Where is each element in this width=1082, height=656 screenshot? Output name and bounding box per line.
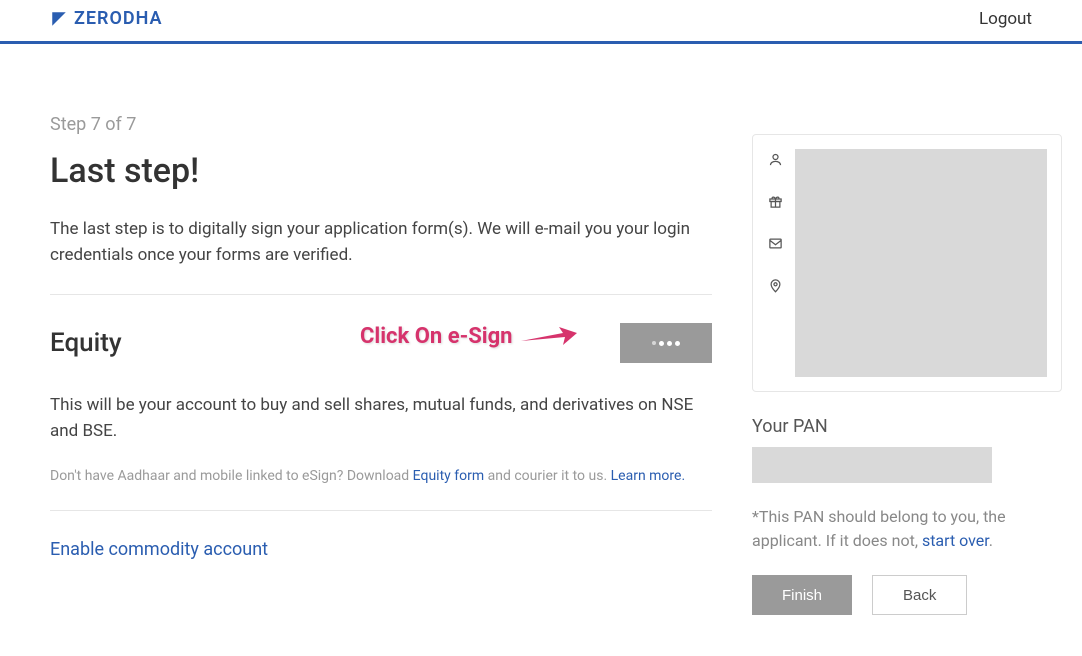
annotation-callout: Click On e-Sign bbox=[360, 323, 579, 349]
back-button[interactable]: Back bbox=[872, 575, 967, 615]
header: ZERODHA Logout bbox=[0, 0, 1082, 44]
profile-card bbox=[752, 134, 1062, 392]
page-container: Step 7 of 7 Last step! The last step is … bbox=[0, 44, 1082, 635]
equity-title: Equity bbox=[50, 328, 122, 358]
page-subtitle: The last step is to digitally sign your … bbox=[50, 217, 712, 268]
zerodha-icon bbox=[50, 10, 68, 28]
arrow-right-icon bbox=[519, 323, 579, 349]
loading-dot-icon bbox=[675, 341, 680, 346]
loading-dot-icon bbox=[667, 341, 672, 346]
profile-photo-placeholder bbox=[795, 149, 1047, 377]
help-mid: and courier it to us. bbox=[484, 468, 610, 484]
profile-icon-list bbox=[767, 149, 783, 377]
enable-commodity-link[interactable]: Enable commodity account bbox=[50, 539, 712, 560]
person-icon bbox=[767, 151, 783, 167]
start-over-link[interactable]: start over bbox=[922, 531, 989, 550]
pan-note-suffix: . bbox=[989, 531, 993, 550]
action-buttons: Finish Back bbox=[752, 575, 1062, 615]
help-prefix: Don't have Aadhaar and mobile linked to … bbox=[50, 468, 413, 484]
loading-dot-icon bbox=[659, 341, 664, 346]
loading-dot-icon bbox=[652, 341, 656, 345]
divider bbox=[50, 294, 712, 295]
main-content: Step 7 of 7 Last step! The last step is … bbox=[50, 114, 712, 615]
pan-note: *This PAN should belong to you, the appl… bbox=[752, 505, 1062, 553]
equity-form-link[interactable]: Equity form bbox=[413, 468, 484, 484]
equity-section-head: Equity Click On e-Sign bbox=[50, 323, 712, 363]
sidebar: Your PAN *This PAN should belong to you,… bbox=[752, 114, 1062, 615]
page-title: Last step! bbox=[50, 151, 712, 191]
logout-link[interactable]: Logout bbox=[979, 9, 1032, 29]
location-pin-icon bbox=[767, 277, 783, 293]
mail-icon bbox=[767, 235, 783, 251]
pan-label: Your PAN bbox=[752, 416, 1062, 437]
finish-button[interactable]: Finish bbox=[752, 575, 852, 615]
divider bbox=[50, 510, 712, 511]
annotation-text: Click On e-Sign bbox=[360, 324, 513, 349]
pan-value-placeholder bbox=[752, 447, 992, 483]
brand-logo[interactable]: ZERODHA bbox=[50, 8, 163, 29]
esign-button[interactable] bbox=[620, 323, 712, 363]
brand-text: ZERODHA bbox=[74, 8, 163, 29]
equity-desc: This will be your account to buy and sel… bbox=[50, 393, 712, 444]
step-indicator: Step 7 of 7 bbox=[50, 114, 712, 135]
gift-icon bbox=[767, 193, 783, 209]
learn-more-link[interactable]: Learn more. bbox=[611, 468, 686, 484]
equity-help-line: Don't have Aadhaar and mobile linked to … bbox=[50, 468, 712, 484]
